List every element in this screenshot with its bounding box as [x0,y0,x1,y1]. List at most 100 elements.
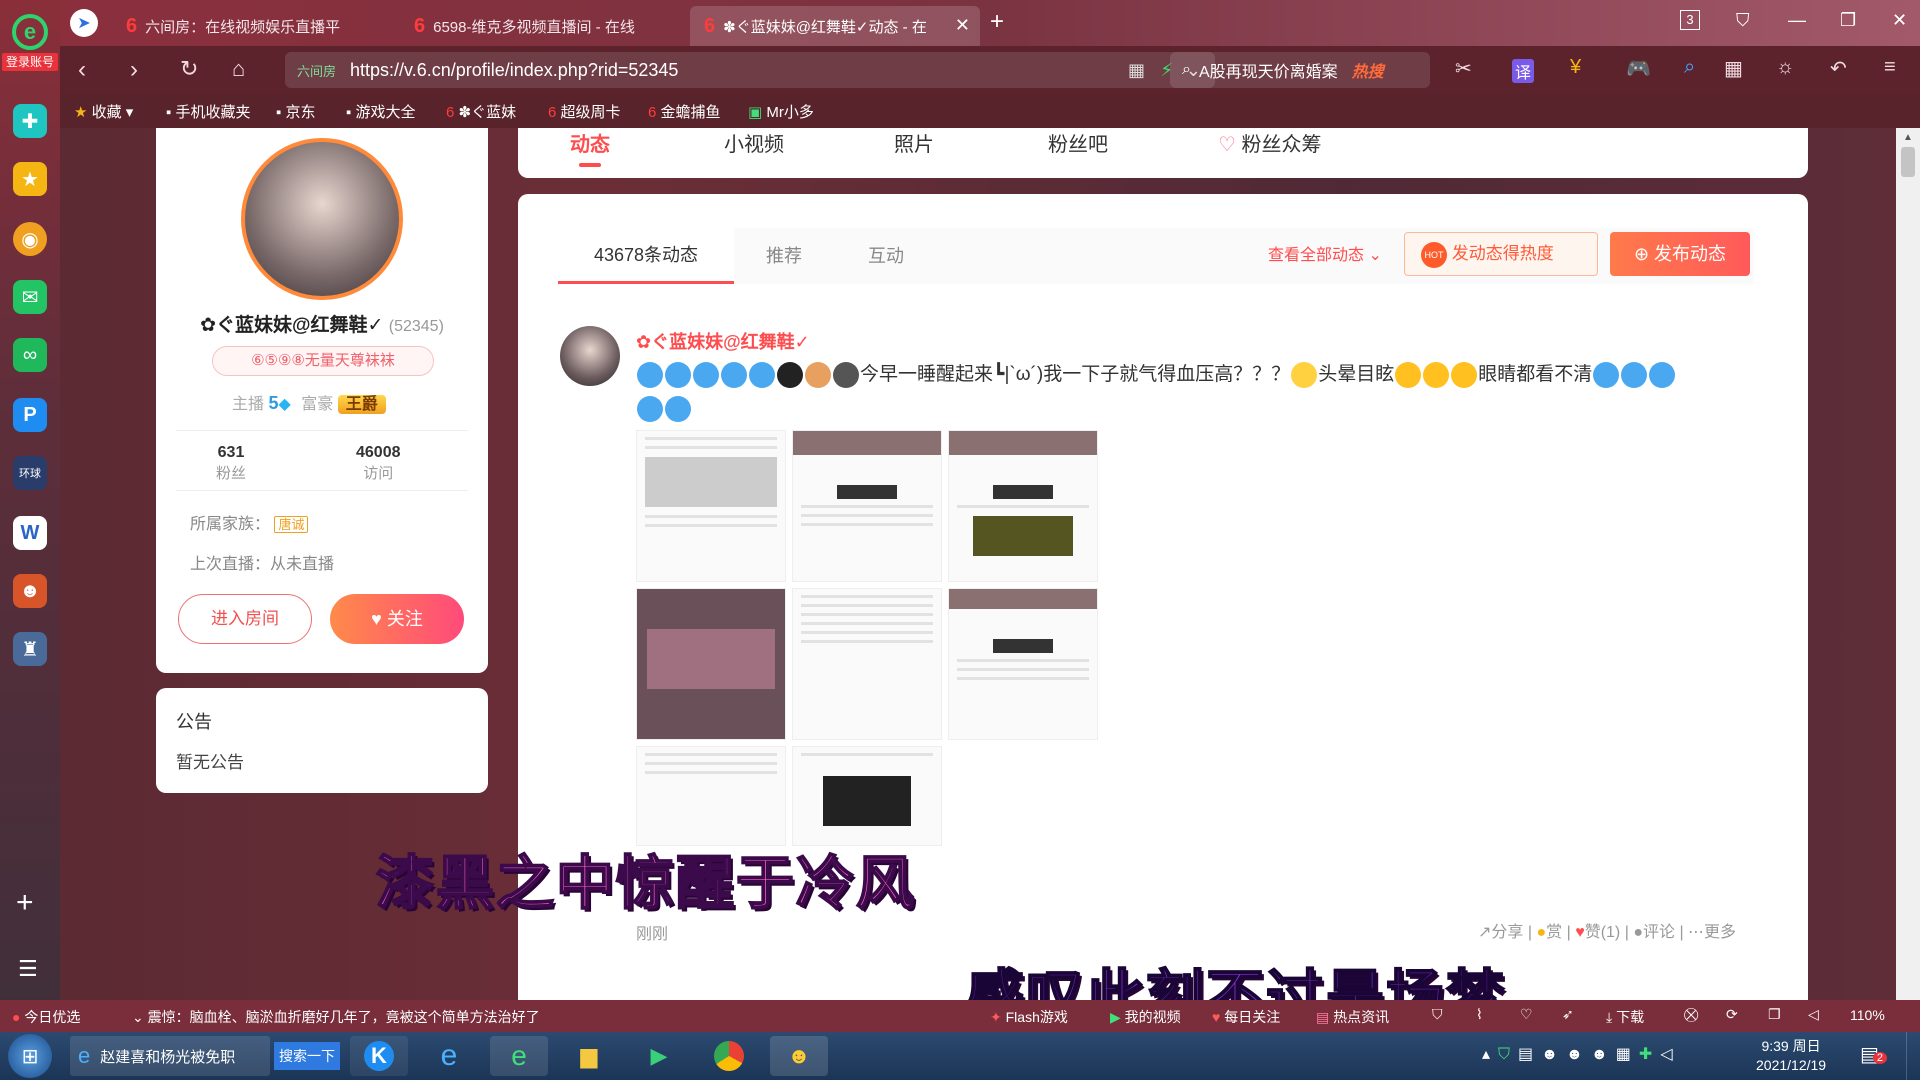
notification-icon[interactable]: ▤2 [1860,1042,1888,1067]
post-avatar[interactable] [560,326,620,386]
show-desktop-button[interactable] [1906,1032,1920,1080]
bookmark-games[interactable]: ▪ 游戏大全 [346,101,416,122]
new-tab-icon[interactable]: + [990,8,1004,36]
gamepad-icon[interactable]: 🎮 [1626,56,1651,81]
chart-icon[interactable]: ⌇ [1476,1006,1483,1023]
add-icon[interactable]: + [16,886,34,920]
post-image[interactable] [948,588,1098,740]
ie-browser-icon[interactable]: e [420,1036,478,1076]
start-button-icon[interactable]: ⊞ [8,1034,52,1078]
tab-photos[interactable]: 照片 [894,128,934,157]
comment-button[interactable]: ●评论 [1633,924,1675,941]
heartbeat-icon[interactable]: ♡ [1520,1006,1533,1023]
tab-crowdfund[interactable]: ♡ 粉丝众筹 [1218,128,1322,157]
post-image[interactable] [636,430,786,582]
post-button[interactable]: ⊕ 发布动态 [1610,232,1750,276]
clock[interactable]: 9:39 周日 2021/12/19 [1756,1037,1826,1075]
enter-room-button[interactable]: 进入房间 [178,594,312,644]
rocket-icon[interactable]: ➶ [1562,1006,1574,1023]
post-image[interactable] [636,588,786,740]
news-ticker[interactable]: ⌄ 震惊：脑血栓、脑淤血折磨好几年了，竟被这个简单方法治好了 [132,1007,540,1027]
tab-dynamics[interactable]: 动态 [570,128,610,167]
taskbar-ie-item[interactable]: e 赵建喜和杨光被免职 [70,1036,270,1076]
post-image[interactable] [948,430,1098,582]
page-scrollbar[interactable]: ▲ [1896,128,1920,1000]
tray-qq-icon[interactable]: ☻ [1541,1046,1566,1063]
bookmark-mrxiaoduo[interactable]: ▣ Mr小多 [748,101,814,122]
restore-icon[interactable]: ❐ [1840,10,1856,31]
post-image[interactable] [792,430,942,582]
weibo-icon[interactable]: ◉ [13,222,47,256]
grid-apps-icon[interactable]: ▦ [1724,56,1743,81]
shirt-skin-icon[interactable]: ⛉ [1736,10,1750,31]
follow-button[interactable]: ♥ 关注 [330,594,464,644]
360-browser-icon[interactable]: e [490,1036,548,1076]
tray-qq2-icon[interactable]: ☻ [1566,1046,1591,1063]
close-window-icon[interactable]: ✕ [1892,10,1907,31]
main-menu-icon[interactable]: ≡ [1884,56,1896,79]
bookmark-jd[interactable]: ▪ 京东 [276,101,316,122]
heat-button[interactable]: HOT 发动态得热度 [1404,232,1598,276]
minimize-icon[interactable]: — [1788,10,1806,31]
word-doc-icon[interactable]: W [13,516,47,550]
game-castle-icon[interactable]: ♜ [13,632,47,666]
scroll-thumb[interactable] [1901,147,1915,177]
address-bar[interactable]: 六间房 https://v.6.cn/profile/index.php?rid… [285,52,1215,88]
post-image[interactable] [792,588,942,740]
bookmark-favorites[interactable]: ★ 收藏 ▾ [74,101,133,122]
download-link[interactable]: ⤓ 下载 [1606,1007,1644,1027]
tray-shield-icon[interactable]: ⛉ [1498,1046,1518,1063]
tab-short-video[interactable]: 小视频 [724,128,784,157]
p-app-icon[interactable]: P [13,398,47,432]
navigate-icon[interactable]: ➤ [70,9,98,37]
chrome-icon[interactable] [700,1036,758,1076]
bookmark-lanmei[interactable]: 6 ✽ぐ蓝妹 [446,101,516,122]
tray-notes-icon[interactable]: ▤ [1518,1046,1541,1063]
post-image[interactable] [636,746,786,846]
qr-icon[interactable]: ▦ [1128,60,1145,81]
scroll-up-icon[interactable]: ▲ [1896,132,1920,143]
search-box[interactable]: ⌕ A股再现天价离婚案 热搜 [1170,52,1430,88]
tray-up-icon[interactable]: ▴ [1482,1046,1498,1063]
file-explorer-icon[interactable]: ▆ [560,1036,618,1076]
back-icon[interactable]: ‹ [78,56,86,84]
volume-icon[interactable]: ◁ [1808,1006,1819,1023]
video-player-icon[interactable]: ▶ [630,1036,688,1076]
game-app-icon[interactable]: 环球 [13,456,47,490]
menu-list-icon[interactable]: ☰ [18,956,38,982]
flash-games-link[interactable]: ✦ Flash游戏 [990,1007,1068,1027]
post-author[interactable]: ✿ぐ蓝妹妹@红舞鞋✓ [636,328,810,354]
tray-plus-icon[interactable]: ✚ [1639,1046,1660,1063]
coin-icon[interactable]: ¥ [1570,56,1581,79]
brightness-icon[interactable]: ☼ [1776,56,1794,79]
tray-network-icon[interactable]: ▦ [1616,1046,1639,1063]
bookmark-weekly[interactable]: 6 超级周卡 [548,101,621,122]
scissors-icon[interactable]: ✂ [1455,56,1472,81]
star-icon[interactable]: ★ [13,162,47,196]
translate-icon[interactable]: 译 [1512,59,1535,83]
cloud-icon[interactable]: ∞ [13,338,47,372]
login-account-button[interactable]: 登录账号 [2,53,58,71]
shield-icon[interactable]: ⛉ [1432,1006,1443,1023]
forward-icon[interactable]: › [130,56,138,84]
feed-tab-interact[interactable]: 互动 [868,228,904,284]
feed-tab-recommend[interactable]: 推荐 [766,228,802,284]
close-tab-icon[interactable]: ✕ [955,15,970,36]
home-icon[interactable]: ⌂ [232,56,245,82]
family-badge[interactable]: 唐诚 [274,516,309,533]
avatar[interactable] [241,138,403,300]
kugou-icon[interactable]: K [350,1036,408,1076]
share-button[interactable]: ↗分享 [1478,924,1523,941]
tray-qq3-icon[interactable]: ☻ [1591,1046,1616,1063]
window-icon[interactable]: ❐ [1768,1006,1781,1023]
undo-icon[interactable]: ↶ [1830,56,1847,81]
taskbar-search-button[interactable]: 搜索一下 [274,1042,340,1070]
bookmark-fishing[interactable]: 6 金蟾捕鱼 [648,101,721,122]
qq-game-icon[interactable]: ☻ [770,1036,828,1076]
reload-icon[interactable]: ↻ [180,56,198,82]
bookmark-mobile[interactable]: ▪ 手机收藏夹 [166,101,251,122]
browser-logo-icon[interactable]: e [12,14,48,50]
post-image[interactable] [792,746,942,846]
tab-profile-active[interactable]: 6 ✽ぐ蓝妹妹@红舞鞋✓动态 - 在 ✕ [690,6,980,46]
sync-icon[interactable]: ⟳ [1726,1006,1738,1023]
